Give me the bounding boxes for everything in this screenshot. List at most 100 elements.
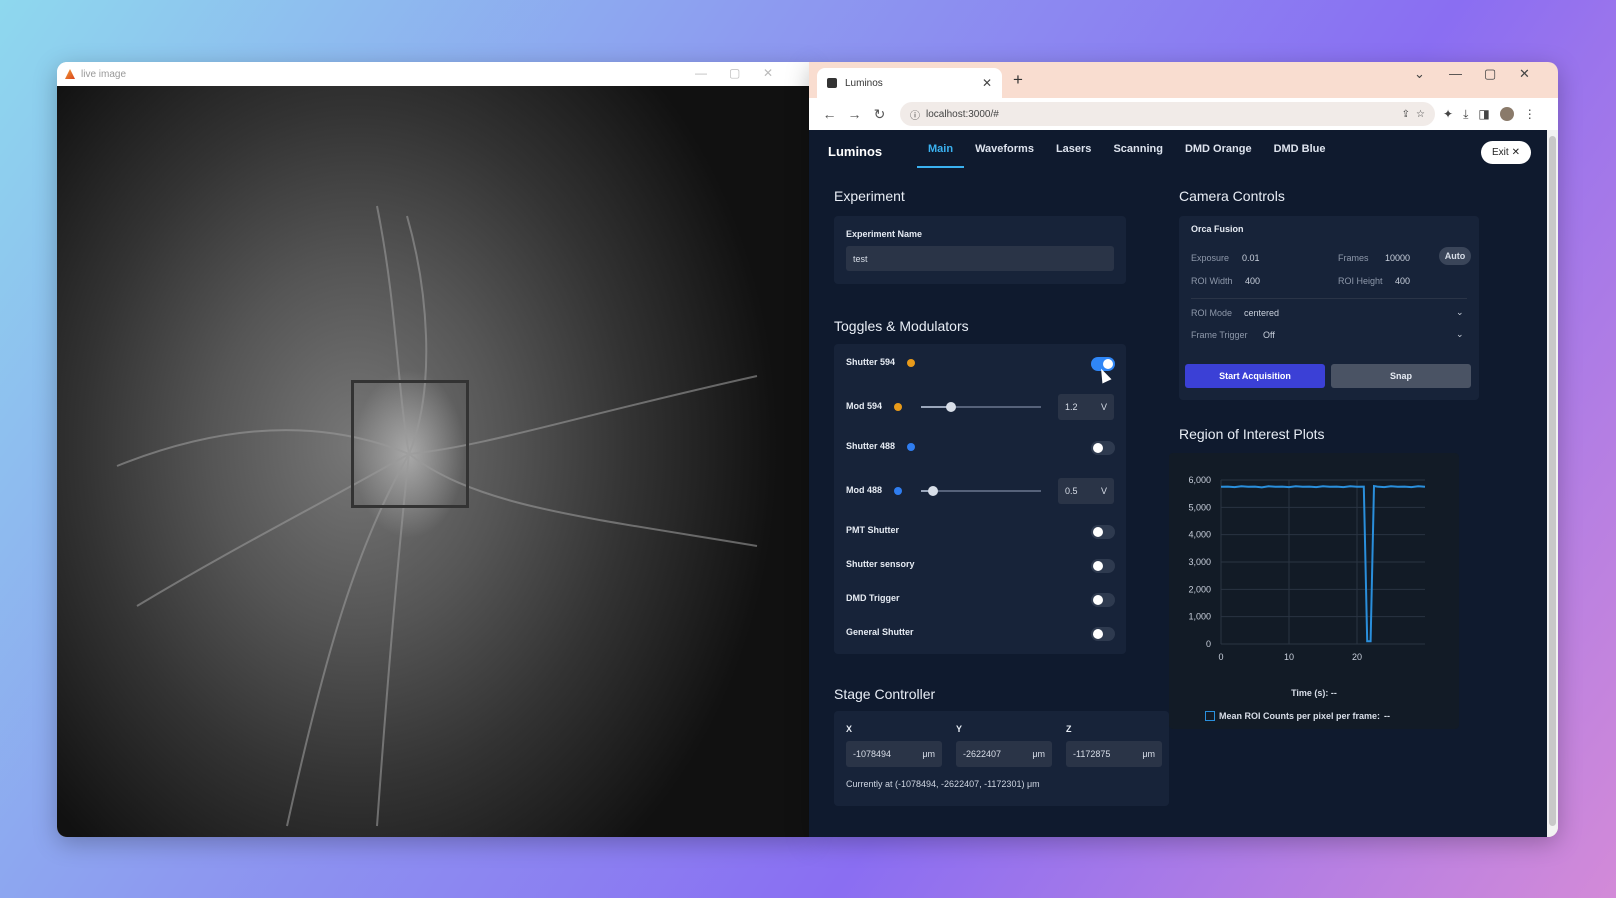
blue-dot-icon: [907, 443, 915, 451]
frame-trigger-label: Frame Trigger: [1191, 330, 1248, 340]
luminos-favicon-icon: [827, 78, 837, 88]
profile-avatar-icon[interactable]: [1499, 106, 1514, 121]
stage-z-value: -1172875: [1073, 749, 1111, 759]
start-acquisition-button[interactable]: Start Acquisition: [1185, 364, 1325, 388]
mod488-input[interactable]: 0.5 V: [1058, 478, 1114, 504]
chevron-down-icon[interactable]: ⌄: [1456, 329, 1464, 340]
roi-width-value[interactable]: 400: [1245, 276, 1260, 286]
exposure-value[interactable]: 0.01: [1242, 253, 1260, 263]
tab-lasers[interactable]: Lasers: [1045, 142, 1102, 168]
download-icon[interactable]: ⤓: [1463, 107, 1468, 122]
minimize-button[interactable]: —: [1449, 66, 1462, 81]
stage-y-value: -2622407: [963, 749, 1002, 759]
mod594-input[interactable]: 1.2 V: [1058, 394, 1114, 420]
chevron-down-icon[interactable]: ⌄: [1456, 307, 1464, 318]
luminos-app: Luminos Main Waveforms Lasers Scanning D…: [809, 130, 1547, 837]
maximize-button[interactable]: ▢: [1484, 66, 1496, 82]
snap-button[interactable]: Snap: [1331, 364, 1471, 388]
stage-y-input[interactable]: -2622407 μm: [956, 741, 1052, 767]
app-tabs: Main Waveforms Lasers Scanning DMD Orang…: [917, 142, 1337, 168]
extensions-icon[interactable]: ✦: [1443, 107, 1453, 122]
exit-button[interactable]: Exit ✕: [1481, 141, 1531, 164]
y-tick-label: 3,000: [1188, 557, 1211, 567]
y-tick-label: 5,000: [1188, 502, 1211, 512]
y-tick-label: 1,000: [1188, 612, 1211, 622]
stage-x-input[interactable]: -1078494 μm: [846, 741, 942, 767]
mod488-slider[interactable]: [921, 486, 1041, 496]
browser-tab[interactable]: Luminos ✕: [817, 68, 1002, 98]
tab-waveforms[interactable]: Waveforms: [964, 142, 1045, 168]
tab-close-icon[interactable]: ✕: [982, 76, 992, 90]
roi-mode-label: ROI Mode: [1191, 308, 1233, 318]
menu-icon[interactable]: ⋮: [1524, 107, 1536, 122]
auto-button[interactable]: Auto: [1439, 247, 1471, 265]
page-scrollbar[interactable]: [1547, 130, 1558, 837]
mod488-label: Mod 488: [846, 485, 883, 495]
back-icon[interactable]: ←: [817, 106, 842, 122]
x-tick-label: 0: [1218, 652, 1223, 662]
forward-icon[interactable]: →: [842, 106, 867, 122]
toggles-card: Shutter 594 Mod 594 1.2 V Shutter 488 Mo…: [834, 344, 1126, 654]
roi-line-chart: 0 1,000 2,000 3,000 4,000 5,000 6,000 0 10 20: [1188, 475, 1426, 662]
roi-rectangle[interactable]: [351, 380, 469, 508]
tab-dmd-orange[interactable]: DMD Orange: [1174, 142, 1263, 168]
url-text: localhost:3000/#: [926, 108, 999, 120]
reload-icon[interactable]: ↻: [867, 106, 892, 123]
browser-tab-title: Luminos: [845, 77, 883, 89]
frame-trigger-select[interactable]: Off: [1263, 330, 1275, 340]
dmd-trigger-toggle[interactable]: [1091, 593, 1115, 607]
live-image-window: live image — ▢ ✕: [57, 62, 809, 837]
mod594-slider-thumb[interactable]: [946, 402, 956, 412]
frames-value[interactable]: 10000: [1385, 253, 1410, 263]
mod594-slider[interactable]: [921, 402, 1041, 412]
close-button[interactable]: ✕: [1519, 66, 1530, 82]
stage-z-unit: μm: [1142, 749, 1155, 759]
stage-z-input[interactable]: -1172875 μm: [1066, 741, 1162, 767]
dmd-trigger-label: DMD Trigger: [846, 593, 900, 603]
experiment-heading: Experiment: [834, 188, 905, 204]
shutter594-label: Shutter 594: [846, 357, 896, 367]
roi-height-value[interactable]: 400: [1395, 276, 1410, 286]
maximize-button[interactable]: ▢: [729, 66, 740, 80]
tab-scanning[interactable]: Scanning: [1102, 142, 1174, 168]
exposure-label: Exposure: [1191, 253, 1230, 263]
minimize-button[interactable]: —: [695, 66, 707, 80]
roi-height-label: ROI Height: [1338, 276, 1383, 286]
tab-dmd-blue[interactable]: DMD Blue: [1263, 142, 1337, 168]
share-icon[interactable]: ⇪: [1402, 109, 1410, 120]
mod594-unit: V: [1100, 402, 1107, 412]
url-input[interactable]: ⓘ localhost:3000/# ⇪ ☆: [900, 102, 1435, 126]
app-topnav: Luminos Main Waveforms Lasers Scanning D…: [809, 130, 1547, 174]
roi-mode-select[interactable]: centered: [1244, 308, 1279, 318]
time-label: Time (s):: [1291, 688, 1329, 698]
close-button[interactable]: ✕: [763, 66, 773, 80]
tab-main[interactable]: Main: [917, 142, 965, 168]
shutter488-toggle[interactable]: [1091, 441, 1115, 455]
pmt-shutter-label: PMT Shutter: [846, 525, 899, 535]
mod488-value: 0.5: [1065, 486, 1078, 496]
y-tick-label: 4,000: [1188, 530, 1211, 540]
mod488-slider-thumb[interactable]: [928, 486, 938, 496]
toggles-heading: Toggles & Modulators: [834, 318, 969, 334]
sidepanel-icon[interactable]: ◨: [1478, 107, 1489, 122]
mod488-unit: V: [1100, 486, 1107, 496]
general-shutter-toggle[interactable]: [1091, 627, 1115, 641]
stage-y-unit: μm: [1032, 749, 1045, 759]
x-tick-label: 20: [1352, 652, 1362, 662]
stage-x-label: X: [846, 724, 853, 734]
new-tab-button[interactable]: +: [1013, 70, 1023, 90]
experiment-card: Experiment Name test: [834, 216, 1126, 284]
legend-value: --: [1384, 711, 1391, 721]
legend-checkbox[interactable]: [1205, 711, 1215, 721]
legend-label: Mean ROI Counts per pixel per frame:: [1219, 711, 1381, 721]
bookmark-star-icon[interactable]: ☆: [1416, 109, 1425, 120]
shutter-sensory-toggle[interactable]: [1091, 559, 1115, 573]
experiment-name-input[interactable]: test: [846, 246, 1114, 271]
time-value: --: [1330, 688, 1337, 698]
pmt-shutter-toggle[interactable]: [1091, 525, 1115, 539]
scrollbar-thumb[interactable]: [1549, 136, 1556, 826]
legend: Mean ROI Counts per pixel per frame: --: [1205, 711, 1390, 721]
tab-search-icon[interactable]: ⌄: [1414, 66, 1425, 82]
orange-dot-icon: [907, 359, 915, 367]
orange-dot-icon: [894, 403, 902, 411]
